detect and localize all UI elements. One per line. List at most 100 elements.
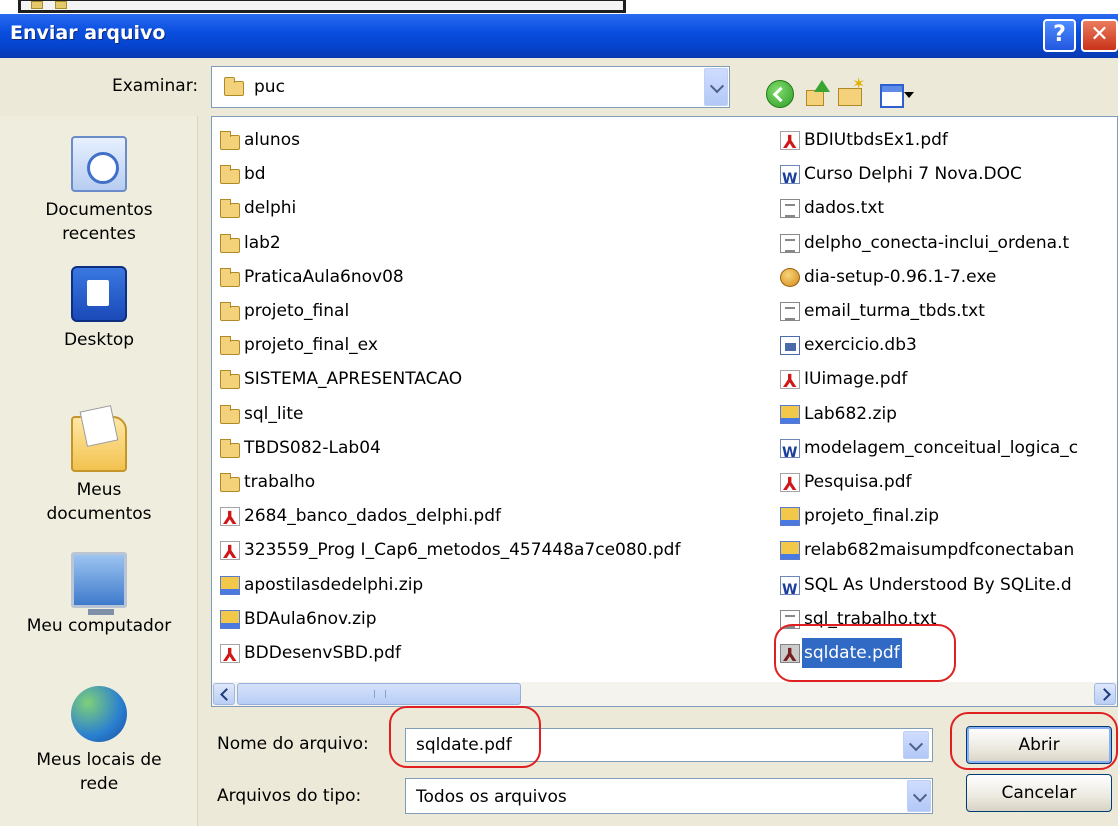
file-name: BDAula6nov.zip [244, 608, 377, 629]
doc-file-icon [780, 575, 800, 605]
txt-file-icon [780, 199, 800, 219]
pdf-file-icon [780, 367, 800, 397]
file-name: dados.txt [804, 198, 885, 219]
file-list[interactable]: alunos bd delphi lab2 PraticaAula6nov08 proje… [211, 116, 1118, 707]
help-button[interactable]: ? [1043, 19, 1076, 52]
file-name: TBDS082-Lab04 [244, 437, 381, 458]
file-name: projeto_final [244, 301, 350, 321]
file-name: SQL As Understood By SQLite.d [804, 574, 1072, 595]
open-button[interactable]: Abrir [966, 726, 1112, 764]
file-name: SISTEMA_APRESENTACAO [244, 369, 463, 390]
place-label: Meus documentos [46, 480, 152, 524]
file-name: delphi [244, 198, 297, 219]
my-documents-icon [71, 416, 127, 472]
file-name: BDDesenvSBD.pdf [244, 643, 401, 663]
file-name: alunos [244, 130, 300, 150]
pdf-file-icon [780, 641, 800, 671]
scroll-left-icon[interactable] [213, 683, 235, 705]
folder-icon [224, 77, 244, 96]
file-name: apostilasdedelphi.zip [244, 574, 424, 595]
pdf-file-icon [780, 470, 800, 500]
close-icon: ✕ [1090, 22, 1109, 47]
file-name: 2684_banco_dados_delphi.pdf [244, 506, 501, 527]
file-name: exercicio.db3 [804, 335, 917, 356]
chevron-down-icon[interactable] [903, 731, 929, 759]
file-type-label: Arquivos do tipo: [217, 786, 362, 806]
places-bar: Documentos recentes Desktop Meus documen… [0, 116, 198, 826]
background-window-edge [0, 0, 1118, 14]
folder-file-icon [220, 267, 240, 287]
folder-file-icon [220, 199, 240, 219]
file-name: projeto_final_ex [244, 335, 378, 356]
background-folder-icon [55, 1, 67, 9]
my-computer-icon [71, 552, 127, 615]
background-folder-icon [31, 1, 43, 9]
look-in-dropdown[interactable]: puc [211, 66, 730, 108]
scroll-right-icon[interactable] [1094, 683, 1116, 705]
title-bar: Enviar arquivo ? ✕ [0, 14, 1118, 58]
window-title: Enviar arquivo [10, 22, 166, 44]
db-file-icon [780, 336, 800, 356]
folder-file-icon [220, 302, 240, 321]
chevron-down-icon[interactable] [704, 68, 728, 106]
help-icon: ? [1053, 22, 1066, 47]
place-label: Meu computador [26, 616, 172, 636]
look-in-value: puc [254, 77, 285, 97]
folder-file-icon [220, 438, 240, 458]
file-name: bd [244, 164, 266, 185]
file-name: 323559_Prog I_Cap6_metodos_457448a7ce080… [244, 540, 681, 561]
look-in-label: Examinar: [112, 76, 199, 96]
file-name: relab682maisumpdfconectaban [804, 540, 1075, 561]
folder-file-icon [220, 336, 240, 356]
new-folder-icon[interactable] [838, 74, 866, 108]
horizontal-scrollbar[interactable] [212, 682, 1117, 706]
pdf-file-icon [220, 641, 240, 671]
close-button[interactable]: ✕ [1081, 19, 1118, 52]
file-name: sql_trabalho.txt [804, 608, 937, 629]
doc-file-icon [780, 438, 800, 468]
file-type-dropdown[interactable]: Todos os arquivos [405, 778, 933, 814]
back-icon[interactable] [766, 80, 794, 108]
zip-file-icon [220, 575, 240, 595]
desktop-icon [71, 266, 127, 322]
background-window-frame [18, 0, 626, 13]
folder-file-icon [220, 404, 240, 424]
folder-file-icon [220, 370, 240, 390]
place-desktop[interactable]: Desktop [0, 266, 198, 352]
chevron-down-icon[interactable] [907, 780, 931, 812]
place-network[interactable]: Meus locais de rede [0, 686, 198, 796]
pdf-file-icon [780, 128, 800, 158]
zip-file-icon [780, 507, 800, 527]
place-my-documents[interactable]: Meus documentos [0, 416, 198, 526]
place-label: Meus locais de rede [36, 750, 162, 794]
up-folder-icon[interactable] [804, 80, 832, 108]
file-name: email_turma_tbds.txt [804, 301, 985, 321]
file-name: Curso Delphi 7 Nova.DOC [804, 164, 1022, 185]
cancel-button[interactable]: Cancelar [966, 774, 1112, 812]
scroll-thumb[interactable] [237, 683, 521, 705]
place-recent-documents[interactable]: Documentos recentes [0, 136, 198, 246]
zip-file-icon [780, 404, 800, 424]
txt-file-icon [780, 609, 800, 629]
file-type-value: Todos os arquivos [416, 787, 567, 807]
file-name: Pesquisa.pdf [804, 472, 912, 492]
txt-file-icon [780, 233, 800, 253]
file-name: dia-setup-0.96.1-7.exe [804, 266, 997, 287]
views-menu-icon[interactable] [880, 80, 916, 108]
zip-file-icon [220, 609, 240, 629]
file-name-label: Nome do arquivo: [217, 734, 369, 754]
place-label: Desktop [63, 330, 135, 350]
place-my-computer[interactable]: Meu computador [0, 552, 198, 638]
recent-documents-icon [71, 136, 127, 192]
file-name: modelagem_conceitual_logica_c [804, 437, 1079, 458]
file-name: Lab682.zip [804, 403, 897, 424]
file-name: PraticaAula6nov08 [244, 266, 404, 287]
file-name: lab2 [244, 232, 281, 253]
file-name-input[interactable] [405, 728, 933, 762]
folder-file-icon [220, 233, 240, 253]
pdf-file-icon [220, 538, 240, 568]
file-name: sqldate.pdf [802, 638, 902, 668]
file-name: delpho_conecta-inclui_ordena.t [804, 232, 1070, 253]
network-places-icon [71, 686, 127, 742]
pdf-file-icon [220, 504, 240, 534]
